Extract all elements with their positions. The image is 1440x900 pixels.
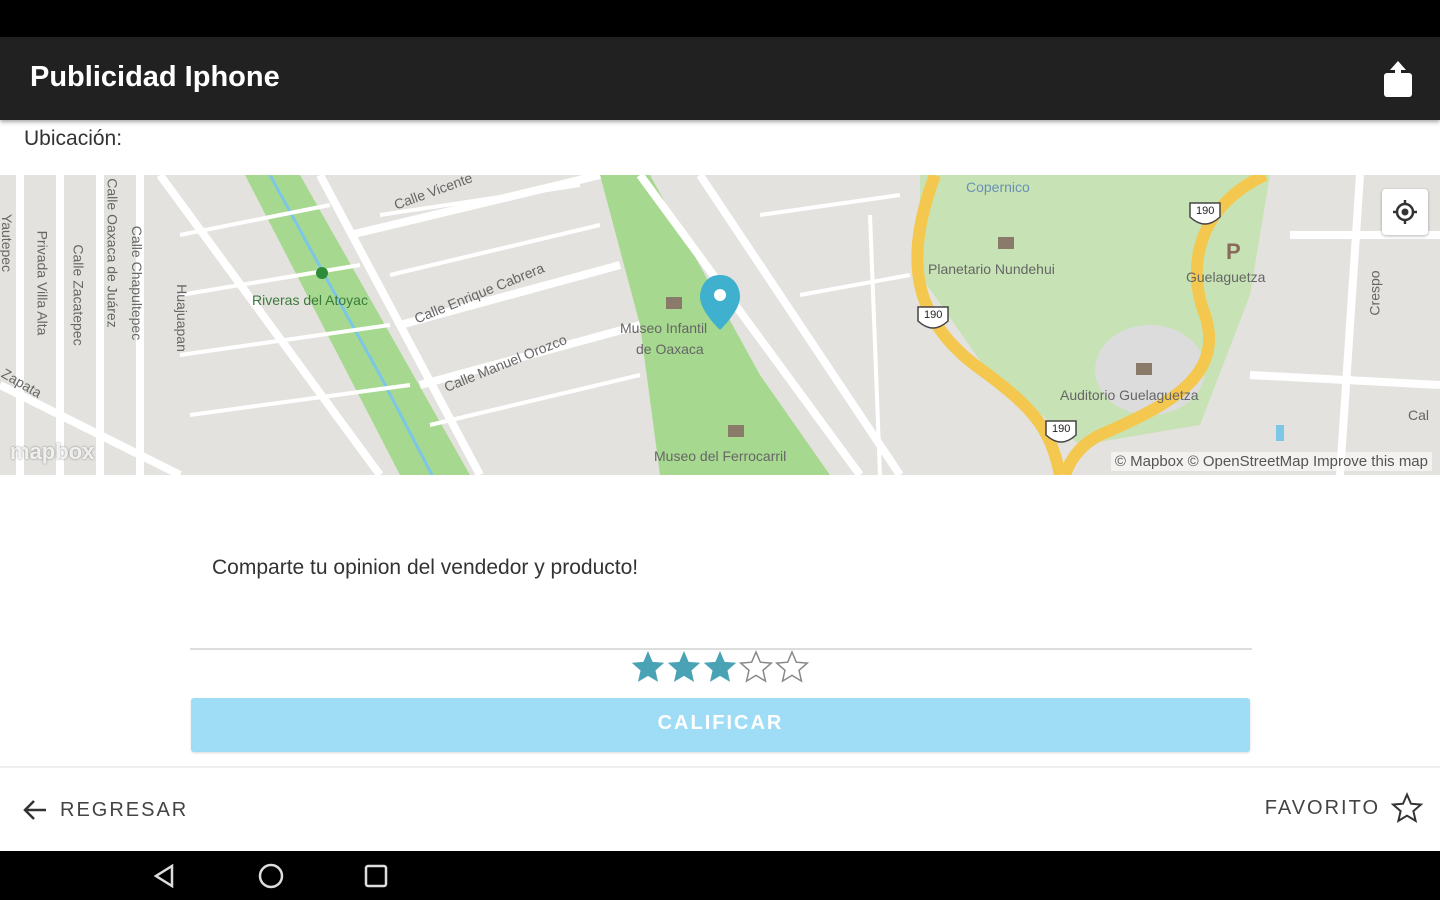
back-button[interactable]: REGRESAR [20,790,188,830]
share-icon[interactable] [1380,59,1416,99]
map-label: Planetario Nundehui [928,261,1055,277]
map-label: Copernico [966,179,1030,195]
map-label: Auditorio Guelaguetza [1060,387,1199,403]
star-filled-icon[interactable] [666,648,702,686]
map-label: 190 [1196,205,1215,217]
location-label: Ubicación: [24,127,123,150]
nav-back-icon[interactable] [150,861,180,891]
favorite-button-label: FAVORITO [1264,796,1380,819]
rate-button-label: CALIFICAR [657,712,784,734]
star-empty-icon[interactable] [738,648,774,686]
map-label: 190 [924,309,943,321]
map-label: Huajuapan [173,284,190,352]
opinion-placeholder: Comparte tu opinion del vendedor y produ… [212,556,639,579]
map-label: Yautepec [0,213,16,273]
map-label: Guelaguetza [1186,269,1266,285]
star-rating[interactable] [630,648,810,688]
map-label: Museo del Ferrocarril [654,448,787,464]
map-label: Calle Chapultepec [129,225,146,341]
map-canvas [0,175,1440,475]
app-bar: Publicidad Iphone [0,37,1440,120]
nav-home-icon[interactable] [256,861,286,891]
status-bar [0,0,1440,37]
locate-button[interactable] [1382,189,1428,235]
arrow-left-icon [23,800,46,820]
mapbox-logo: mapbox [10,439,95,464]
map-label: Museo Infantil [620,320,708,336]
map-label: Crespo [1366,270,1383,316]
divider [0,766,1440,768]
map-label: Calle Zacatepec [70,244,87,346]
star-empty-icon[interactable] [774,648,810,686]
back-button-label: REGRESAR [60,798,189,821]
star-outline-icon [1390,792,1424,823]
map-label: Riveras del Atoyac [252,292,368,308]
page-title: Publicidad Iphone [30,61,280,93]
opinion-input[interactable]: Comparte tu opinion del vendedor y produ… [190,540,1252,650]
map-label: de Oaxaca [636,341,704,357]
map-label: 190 [1052,423,1071,435]
star-filled-icon[interactable] [702,648,738,686]
map-label: Privada Villa Alta [34,230,51,336]
map-label: Calle Oaxaca de Juárez [104,178,121,328]
locate-icon [1393,200,1417,224]
map-attribution[interactable]: © Mapbox © OpenStreetMap Improve this ma… [1110,452,1432,471]
system-nav-bar [0,851,1440,900]
map-label: P [1226,239,1241,264]
favorite-button[interactable]: FAVORITO [1265,788,1424,828]
star-filled-icon[interactable] [630,648,666,686]
nav-recents-icon[interactable] [361,861,391,891]
map-view[interactable]: Calle Vicente Riveras del Atoyac Calle E… [0,175,1440,475]
rate-button[interactable]: CALIFICAR [191,698,1250,752]
map-label: Cal [1408,407,1430,423]
